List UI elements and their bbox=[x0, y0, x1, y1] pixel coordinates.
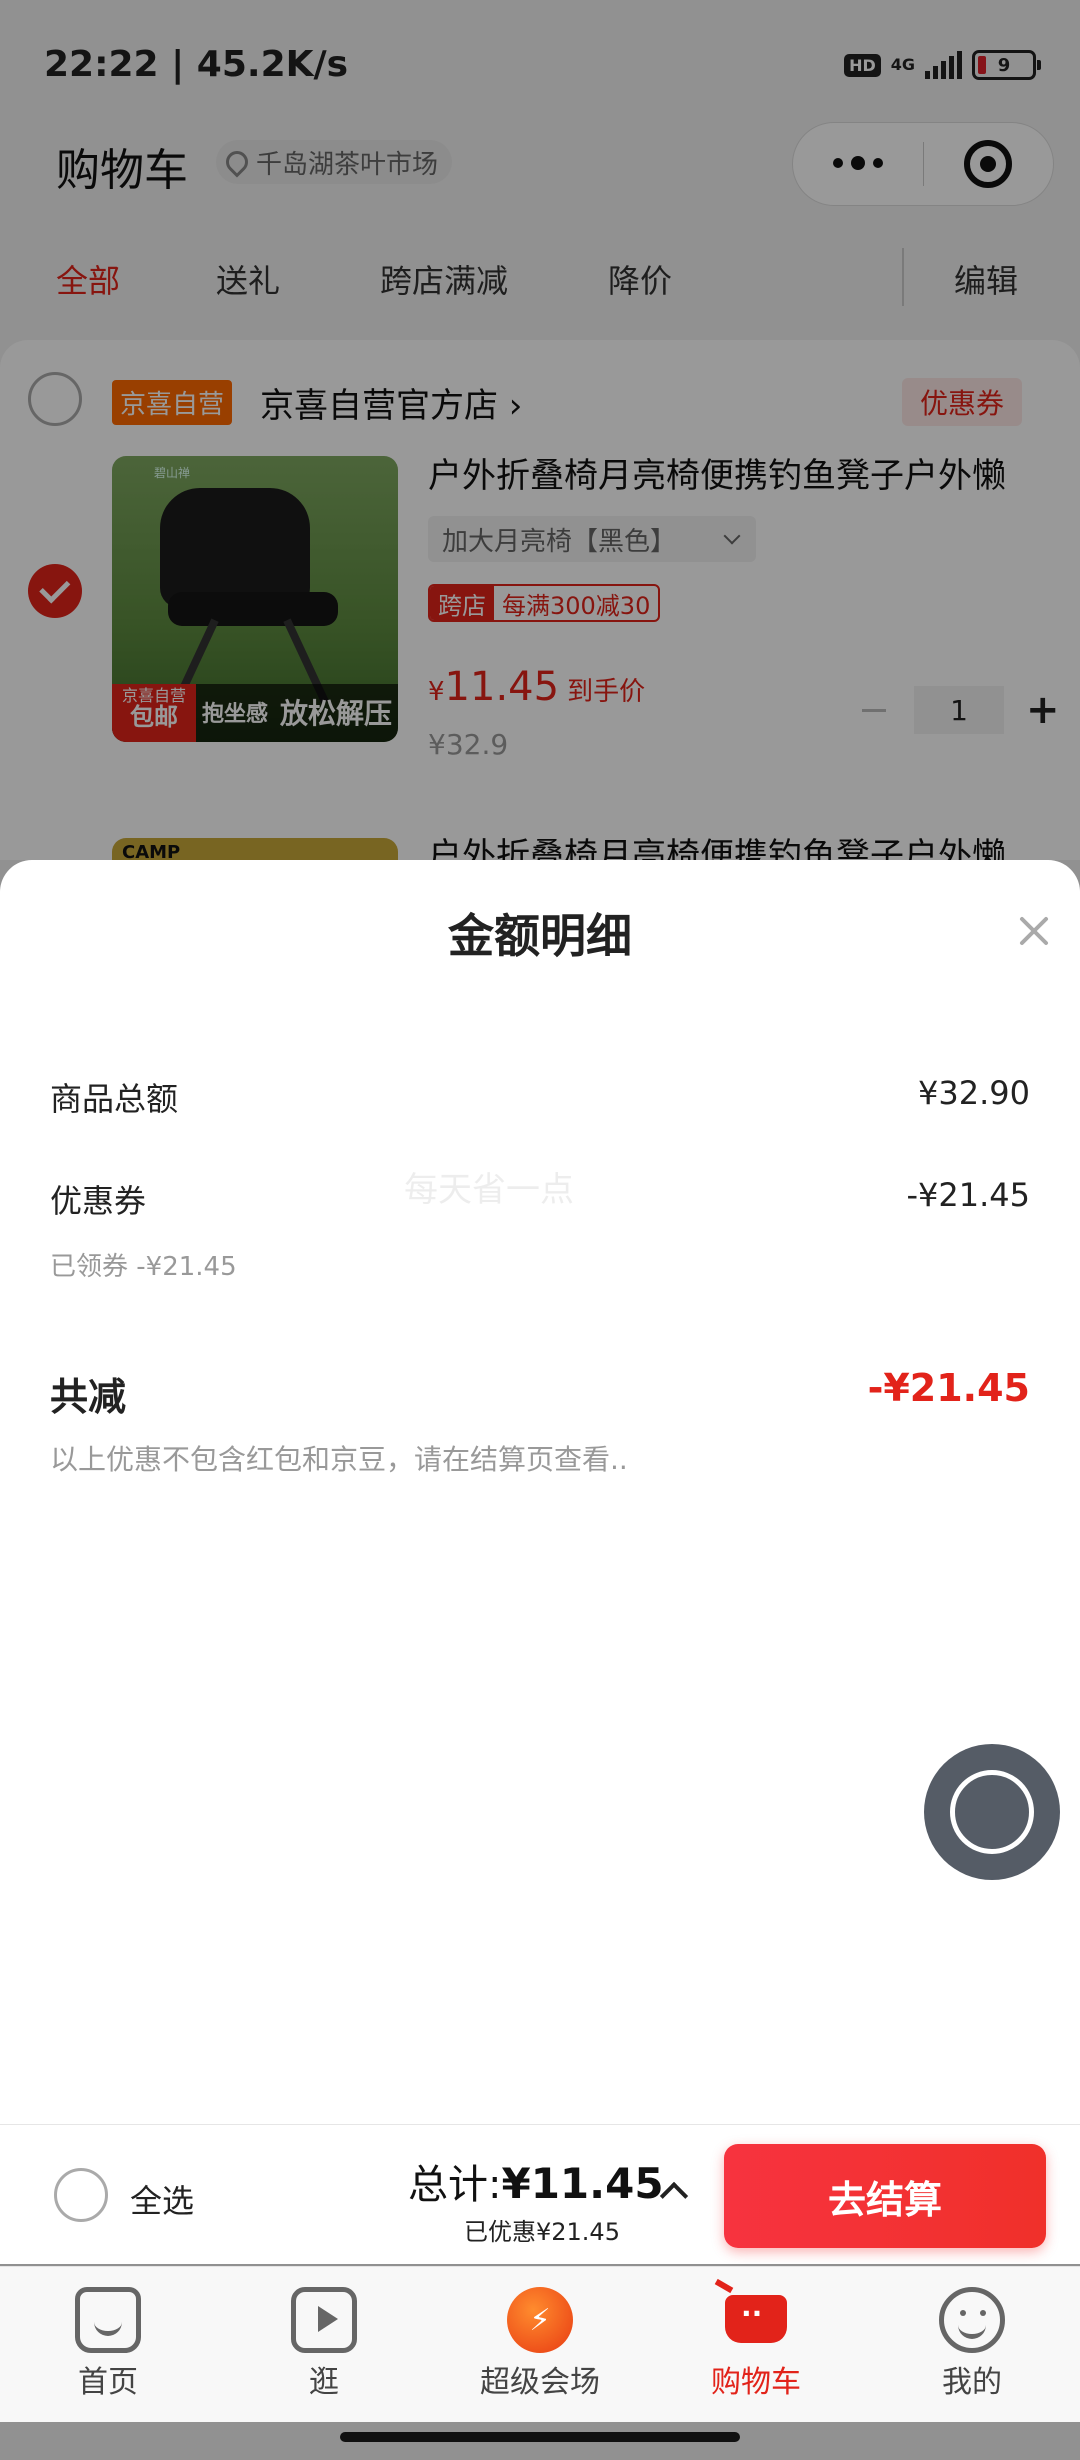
nav-item-browse[interactable]: 逛 bbox=[216, 2267, 432, 2422]
coupon-label: 优惠券 bbox=[50, 1182, 147, 1220]
goods-total-label: 商品总额 bbox=[50, 1080, 179, 1118]
bottom-nav: 首页 逛 ⚡ 超级会场 购物车 我的 bbox=[0, 2266, 1080, 2422]
nav-label-home: 首页 bbox=[78, 2365, 138, 2400]
home-icon bbox=[75, 2287, 141, 2353]
select-all-checkbox[interactable] bbox=[54, 2168, 108, 2222]
profile-icon bbox=[939, 2287, 1005, 2353]
nav-label-cart: 购物车 bbox=[711, 2365, 801, 2400]
nav-label-super-venue: 超级会场 bbox=[480, 2365, 600, 2400]
nav-label-profile: 我的 bbox=[942, 2365, 1002, 2400]
sheet-title: 金额明细 bbox=[448, 909, 632, 963]
nav-label-browse: 逛 bbox=[309, 2365, 339, 2400]
cart-icon bbox=[725, 2295, 787, 2343]
amount-detail-sheet bbox=[0, 860, 1080, 2124]
coupon-claimed: 已领券 -¥21.45 bbox=[50, 1252, 237, 1282]
total-price: 总计:¥11.45 bbox=[408, 2152, 664, 2210]
saved-amount: 已优惠¥21.45 bbox=[464, 2218, 620, 2246]
select-all-label[interactable]: 全选 bbox=[130, 2176, 194, 2222]
super-venue-icon: ⚡ bbox=[507, 2287, 573, 2353]
total-prefix: 总计: bbox=[408, 2162, 502, 2208]
circle-icon bbox=[950, 1770, 1034, 1854]
total-reduce-value: -¥21.45 bbox=[867, 1366, 1030, 1410]
close-icon[interactable] bbox=[1016, 912, 1052, 948]
coupon-value: -¥21.45 bbox=[906, 1176, 1030, 1214]
nav-item-super-venue[interactable]: ⚡ 超级会场 bbox=[432, 2267, 648, 2422]
nav-item-profile[interactable]: 我的 bbox=[864, 2267, 1080, 2422]
discount-note: 以上优惠不包含红包和京豆，请在结算页查看.. bbox=[50, 1443, 628, 1476]
total-value: ¥11.45 bbox=[501, 2159, 664, 2208]
floating-assistant-button[interactable] bbox=[924, 1744, 1060, 1880]
home-indicator[interactable] bbox=[340, 2432, 740, 2442]
goods-total-value: ¥32.90 bbox=[918, 1074, 1030, 1112]
checkout-button[interactable]: 去结算 bbox=[724, 2144, 1046, 2248]
video-icon bbox=[291, 2287, 357, 2353]
watermark: 每天省一点 bbox=[404, 1170, 574, 1210]
nav-item-cart[interactable]: 购物车 bbox=[648, 2267, 864, 2422]
nav-item-home[interactable]: 首页 bbox=[0, 2267, 216, 2422]
total-reduce-label: 共减 bbox=[50, 1375, 127, 1419]
